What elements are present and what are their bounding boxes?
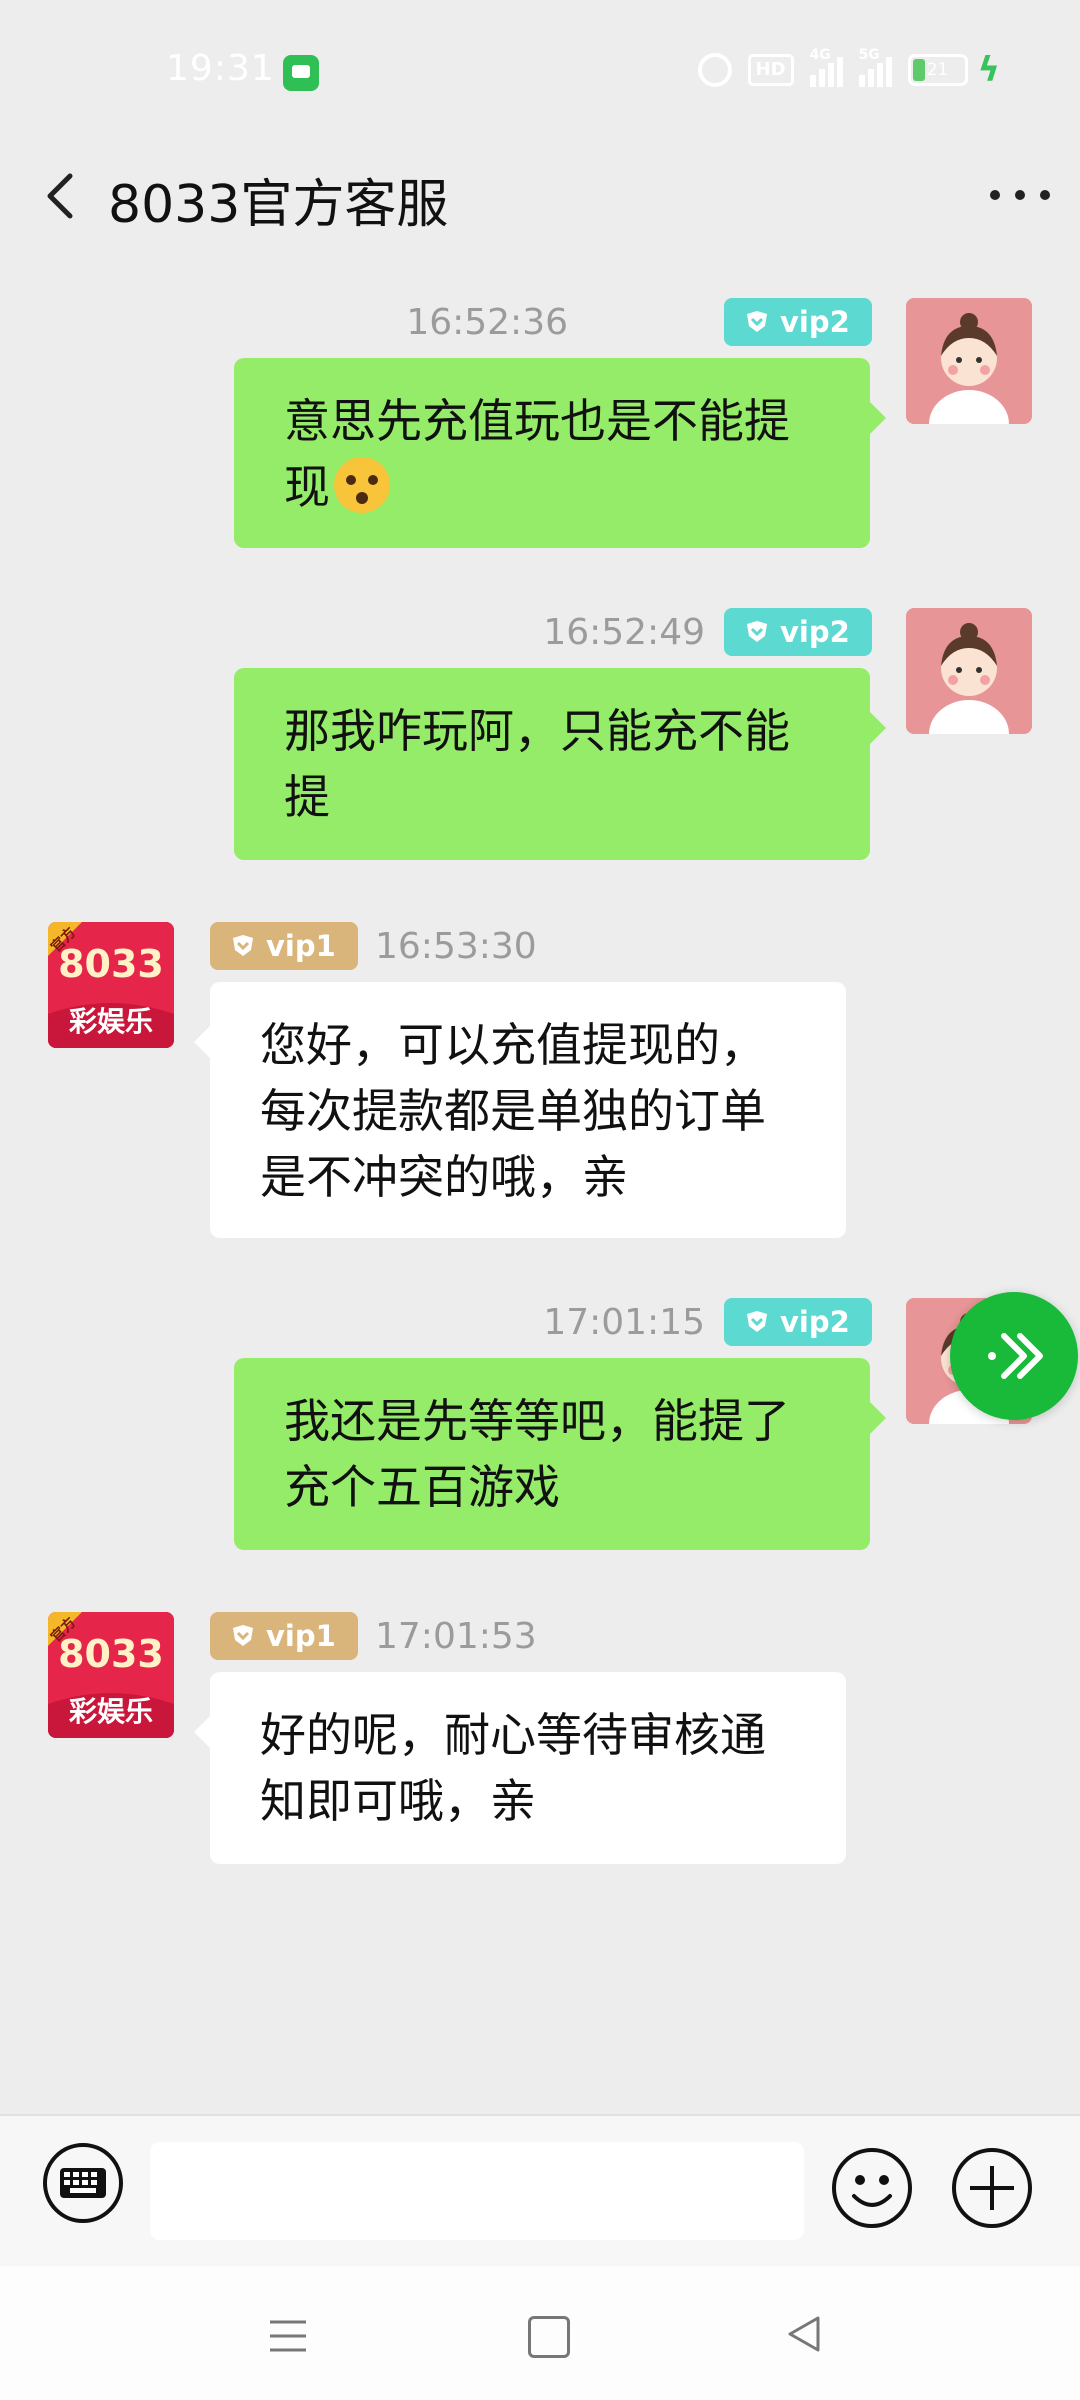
system-nav-bar	[0, 2266, 1080, 2400]
status-time: 19:31	[166, 48, 275, 89]
charging-icon: ϟ	[977, 50, 1000, 90]
message-meta: 16:52:36	[406, 298, 568, 346]
vip-label: vip2	[780, 305, 850, 339]
back-arrow-icon[interactable]	[40, 168, 84, 224]
status-bar: 19:31 HD 4G 5G 21 ϟ	[0, 0, 1080, 140]
official-avatar[interactable]: 官方 8033 彩娱乐	[48, 1612, 174, 1738]
message-meta: 16:53:30	[375, 922, 537, 970]
vip-badge: vip1	[210, 1612, 358, 1660]
more-options-icon[interactable]	[990, 170, 1050, 220]
vip-label: vip1	[266, 929, 336, 963]
add-icon[interactable]	[950, 2146, 1034, 2230]
sent-message-bubble[interactable]: 我还是先等等吧，能提了充个五百游戏	[234, 1358, 886, 1550]
hd-badge: HD	[747, 54, 794, 86]
vip-label: vip2	[780, 1305, 850, 1339]
signal-5g-label: 5G	[858, 47, 880, 63]
user-avatar-illustration	[929, 313, 1009, 424]
official-logo-number: 8033	[58, 1632, 164, 1676]
message-text: 我还是先等等吧，能提了充个五百游戏	[284, 1394, 790, 1514]
message-text: 那我咋玩阿，只能充不能提	[284, 704, 790, 824]
vip-badge: vip1	[210, 922, 358, 970]
message-meta: 16:52:49	[543, 608, 705, 656]
keyboard-toggle-icon[interactable]	[42, 2142, 124, 2224]
official-logo-brand: 彩娱乐	[68, 1005, 153, 1038]
message-meta: 17:01:53	[375, 1612, 537, 1660]
double-chevron-icon	[988, 1333, 1043, 1379]
sent-message-bubble[interactable]: 意思先充值玩也是不能提现	[234, 358, 886, 548]
flushed-face-emoji-icon	[334, 457, 390, 513]
status-indicators: HD 4G 5G 21 ϟ	[697, 47, 1000, 90]
message-time: 17:01:53	[375, 1615, 537, 1657]
nav-back-icon[interactable]	[784, 2314, 824, 2354]
vip-shield-icon	[233, 1625, 253, 1646]
vip-shield-icon	[233, 935, 253, 956]
message-time: 17:01:15	[543, 1301, 705, 1343]
message-input-bar	[0, 2114, 1080, 2268]
signal-4g-label: 4G	[809, 47, 831, 63]
official-logo-brand: 彩娱乐	[68, 1695, 153, 1728]
official-avatar[interactable]: 官方 8033 彩娱乐	[48, 922, 174, 1048]
vip-badge: vip2	[724, 608, 872, 656]
message-time: 16:52:36	[406, 301, 568, 343]
vip-label: vip2	[780, 615, 850, 649]
home-icon[interactable]	[528, 2316, 570, 2358]
vip-shield-icon	[747, 621, 767, 642]
received-message-bubble[interactable]: 好的呢，耐心等待审核通知即可哦，亲	[194, 1672, 846, 1864]
vip-label: vip1	[266, 1619, 336, 1653]
emoji-icon[interactable]	[830, 2146, 914, 2230]
signal-4g-icon: 4G	[809, 47, 843, 87]
recent-apps-icon[interactable]	[268, 2316, 308, 2356]
battery-icon: 21	[907, 54, 968, 86]
chat-header: 8033官方客服	[0, 140, 1080, 250]
vip-shield-icon	[747, 1311, 767, 1332]
alarm-icon	[697, 53, 732, 87]
battery-level: 21	[926, 60, 949, 80]
user-avatar[interactable]	[906, 298, 1032, 424]
message-time: 16:53:30	[375, 925, 537, 967]
official-logo-number: 8033	[58, 942, 164, 986]
signal-5g-icon: 5G	[858, 47, 892, 87]
floating-action-button[interactable]	[950, 1292, 1078, 1420]
message-notification-icon	[283, 55, 319, 91]
message-text: 您好，可以充值提现的，每次提款都是单独的订单是不冲突的哦，亲	[260, 1018, 766, 1204]
vip-shield-icon	[747, 311, 767, 332]
message-text: 好的呢，耐心等待审核通知即可哦，亲	[260, 1708, 766, 1828]
vip-badge: vip2	[724, 1298, 872, 1346]
received-message-bubble[interactable]: 您好，可以充值提现的，每次提款都是单独的订单是不冲突的哦，亲	[194, 982, 846, 1238]
message-time: 16:52:49	[543, 611, 705, 653]
user-avatar[interactable]	[906, 608, 1032, 734]
user-avatar-illustration	[929, 623, 1009, 734]
message-input[interactable]	[150, 2142, 804, 2240]
vip-badge: vip2	[724, 298, 872, 346]
sent-message-bubble[interactable]: 那我咋玩阿，只能充不能提	[234, 668, 886, 860]
chat-title: 8033官方客服	[108, 175, 449, 235]
message-meta: 17:01:15	[543, 1298, 705, 1346]
